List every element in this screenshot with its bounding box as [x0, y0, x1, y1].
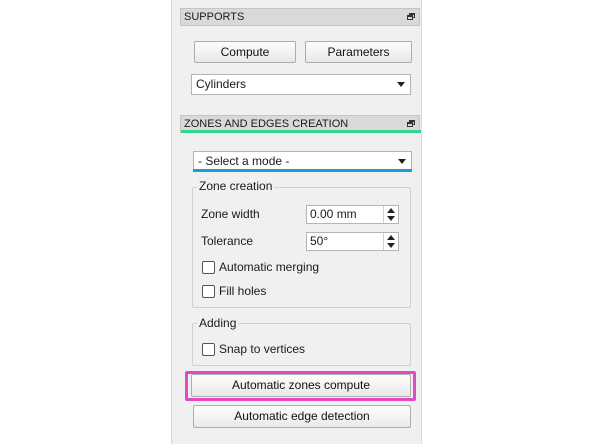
adding-title: Adding — [197, 316, 239, 330]
tolerance-value: 50° — [310, 234, 329, 248]
header-highlight-underline — [181, 130, 421, 133]
mode-value: - Select a mode - — [198, 154, 290, 168]
snap-to-vertices-label: Snap to vertices — [219, 342, 306, 356]
automatic-merging-checkbox[interactable] — [202, 261, 215, 274]
zone-width-label: Zone width — [201, 207, 260, 221]
undock-icon[interactable] — [407, 13, 415, 20]
chevron-down-icon — [398, 159, 406, 164]
snap-to-vertices-checkbox[interactable] — [202, 343, 215, 356]
automatic-merging-label: Automatic merging — [219, 260, 320, 274]
undock-icon[interactable] — [407, 120, 415, 127]
zones-title: ZONES AND EDGES CREATION — [184, 118, 349, 130]
automatic-edge-detection-button[interactable]: Automatic edge detection — [193, 405, 411, 428]
support-type-value: Cylinders — [196, 77, 247, 91]
spin-up-icon[interactable] — [387, 235, 395, 240]
tolerance-label: Tolerance — [201, 234, 254, 248]
support-type-dropdown[interactable]: Cylinders — [191, 74, 411, 95]
spin-down-icon[interactable] — [387, 243, 395, 248]
spin-arrows[interactable] — [383, 233, 398, 250]
spin-up-icon[interactable] — [387, 208, 395, 213]
zone-width-spinbox[interactable]: 0.00 mm — [306, 205, 399, 224]
button-highlight-frame — [185, 371, 416, 401]
fill-holes-label: Fill holes — [219, 284, 267, 298]
spin-arrows[interactable] — [383, 206, 398, 223]
zone-creation-title: Zone creation — [197, 179, 275, 193]
fill-holes-checkbox[interactable] — [202, 285, 215, 298]
compute-button[interactable]: Compute — [194, 41, 296, 63]
supports-title: SUPPORTS — [184, 11, 245, 23]
zone-width-value: 0.00 mm — [310, 207, 357, 221]
spin-down-icon[interactable] — [387, 216, 395, 221]
supports-section-header[interactable]: SUPPORTS — [180, 8, 420, 26]
tolerance-spinbox[interactable]: 50° — [306, 232, 399, 251]
parameters-button[interactable]: Parameters — [305, 41, 412, 63]
chevron-down-icon — [397, 82, 405, 87]
mode-highlight-underline — [193, 169, 412, 172]
